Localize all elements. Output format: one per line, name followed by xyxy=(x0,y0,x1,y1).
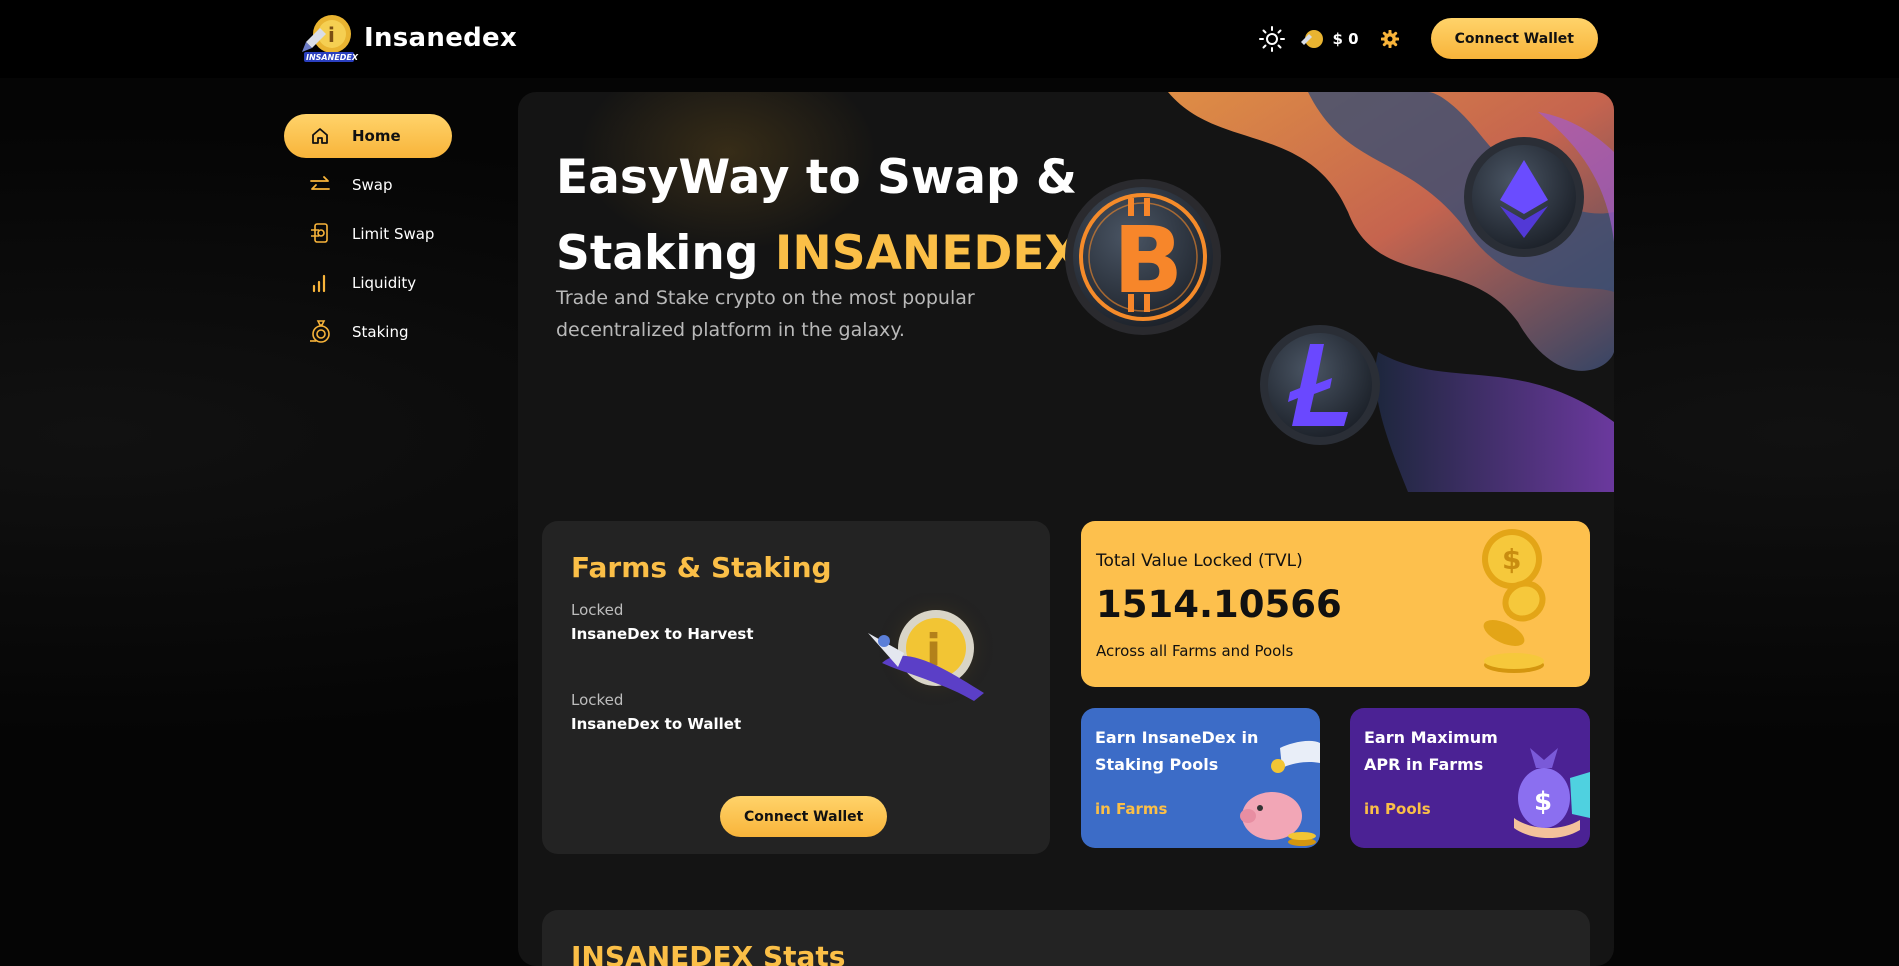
litecoin-coin-icon xyxy=(1260,325,1380,445)
svg-text:i: i xyxy=(328,23,335,47)
limit-swap-icon xyxy=(308,222,332,246)
sidebar-item-swap[interactable]: Swap xyxy=(284,163,452,207)
header-actions: $ 0 Connect Wallet xyxy=(1258,18,1598,59)
hero-title-line1: EasyWay to Swap & xyxy=(556,150,1077,205)
piggy-bank-icon xyxy=(1240,740,1320,846)
rocket-coin-icon: i xyxy=(868,593,994,708)
logo-caption: INSANEDEX xyxy=(306,53,359,62)
sidebar-item-limit-swap[interactable]: Limit Swap xyxy=(284,212,452,256)
ethereum-coin-icon xyxy=(1464,137,1584,257)
stats-card: INSANEDEX Stats xyxy=(542,910,1590,966)
hero-crypto-coins-illustration: B xyxy=(1065,92,1614,492)
tvl-card: Total Value Locked (TVL) 1514.10566 Acro… xyxy=(1081,521,1590,687)
sidebar-item-home[interactable]: Home xyxy=(284,114,452,158)
farms-title: Farms & Staking xyxy=(571,551,832,584)
settings-gear-icon[interactable] xyxy=(1380,29,1400,48)
main-panel: EasyWay to Swap & Staking INSANEDEX Trad… xyxy=(518,92,1614,966)
svg-text:$: $ xyxy=(1534,787,1552,817)
sidebar-item-label: Staking xyxy=(352,323,409,341)
money-bag-icon: $ xyxy=(1514,748,1590,839)
tvl-description: Across all Farms and Pools xyxy=(1096,642,1294,660)
wallet-label: Locked xyxy=(571,691,624,709)
farms-apr-link[interactable]: in Pools xyxy=(1364,800,1431,818)
sidebar-item-label: Limit Swap xyxy=(352,225,435,243)
staking-pools-card[interactable]: Earn InsaneDex in Staking Pools in Farms xyxy=(1081,708,1320,848)
bitcoin-coin-icon: B xyxy=(1065,179,1221,335)
farms-staking-card: Farms & Staking Locked InsaneDex to Harv… xyxy=(542,521,1050,854)
sidebar-item-label: Liquidity xyxy=(352,274,417,292)
harvest-label: Locked xyxy=(571,601,624,619)
sidebar-item-staking[interactable]: Staking xyxy=(284,310,452,354)
harvest-value: InsaneDex to Harvest xyxy=(571,625,754,643)
token-price: $ 0 xyxy=(1299,28,1359,50)
staking-coin-icon xyxy=(308,320,332,344)
sidebar-item-label: Home xyxy=(352,127,401,145)
gold-coins-icon: $ xyxy=(1482,529,1546,673)
svg-text:$: $ xyxy=(1502,543,1521,576)
hero-subtitle: Trade and Stake crypto on the most popul… xyxy=(556,287,975,341)
hero-title-line2: Staking xyxy=(556,226,775,281)
logo[interactable]: i INSANEDEX Insanedex xyxy=(300,12,517,64)
home-icon xyxy=(308,124,332,148)
stats-title: INSANEDEX Stats xyxy=(571,940,846,966)
farms-connect-wallet-button[interactable]: Connect Wallet xyxy=(720,796,888,837)
top-bar: i INSANEDEX Insanedex $ 0 Connect Wallet xyxy=(0,0,1899,78)
logo-badge-icon: i INSANEDEX xyxy=(300,12,360,64)
theme-toggle-sun-icon[interactable] xyxy=(1258,25,1285,52)
farms-apr-card[interactable]: Earn Maximum APR in Farms in Pools $ xyxy=(1350,708,1590,848)
token-price-value: $ 0 xyxy=(1332,29,1359,48)
app-name: Insanedex xyxy=(364,23,518,53)
hero-title: EasyWay to Swap & Staking INSANEDEX xyxy=(556,140,1081,292)
bar-chart-icon xyxy=(308,271,332,295)
swap-arrows-icon xyxy=(308,173,332,197)
token-coin-icon xyxy=(1300,29,1323,48)
connect-wallet-button[interactable]: Connect Wallet xyxy=(1430,18,1598,59)
sidebar-item-liquidity[interactable]: Liquidity xyxy=(284,261,452,305)
staking-pools-link[interactable]: in Farms xyxy=(1095,800,1168,818)
wallet-value: InsaneDex to Wallet xyxy=(571,715,742,733)
tvl-value: 1514.10566 xyxy=(1096,583,1342,626)
sidebar-item-label: Swap xyxy=(352,176,393,194)
sidebar-nav: Home Swap Limit Swap Liquidity Staking xyxy=(284,114,452,359)
tvl-label: Total Value Locked (TVL) xyxy=(1096,551,1303,571)
hero-title-accent: INSANEDEX xyxy=(774,226,1081,281)
